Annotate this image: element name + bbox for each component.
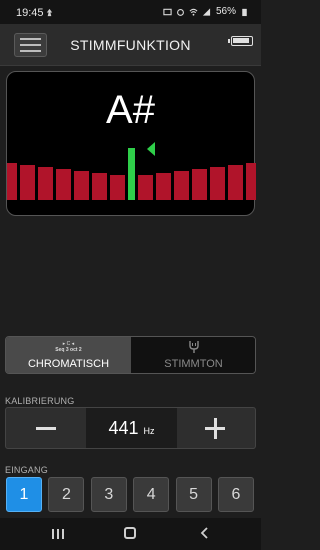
tuning-meter — [7, 142, 256, 200]
signal-icon — [202, 7, 211, 16]
input-button-3[interactable]: 3 — [90, 477, 127, 512]
meter-segment-left — [20, 165, 35, 200]
image-icon — [163, 8, 172, 15]
calibration-unit: Hz — [143, 425, 155, 436]
wifi-icon — [189, 8, 198, 16]
meter-segment-left — [74, 171, 89, 200]
calibration-label: KALIBRIERUNG — [5, 396, 75, 406]
calibration-control: 441 Hz — [5, 407, 256, 449]
home-icon[interactable] — [124, 527, 136, 539]
page-title: STIMMFUNKTION — [70, 37, 191, 53]
meter-segment-left — [92, 173, 107, 200]
battery-icon — [228, 36, 253, 46]
mode-chromatic-label: CHROMATISCH — [27, 358, 110, 370]
alarm-icon — [177, 8, 184, 16]
meter-center-bar — [128, 148, 135, 200]
input-button-6[interactable]: 6 — [218, 477, 254, 512]
input-button-2[interactable]: 2 — [48, 477, 85, 512]
chromatic-icon: ▸ C ◂ Seq 3 oct 2 — [55, 341, 82, 353]
hamburger-menu-icon — [20, 38, 41, 40]
app-header: STIMMFUNKTION — [0, 24, 261, 66]
pitch-arrow-icon — [147, 142, 155, 156]
meter-segment-right — [192, 169, 207, 200]
input-label: EINGANG — [5, 465, 48, 475]
recents-icon[interactable] — [52, 529, 64, 539]
calibration-increase-button[interactable] — [175, 408, 255, 448]
calibration-value-box: 441 Hz — [86, 408, 177, 448]
battery-icon — [242, 8, 247, 16]
minus-icon — [36, 427, 56, 430]
status-icons: 56% — [163, 6, 249, 17]
input-button-5[interactable]: 5 — [175, 477, 212, 512]
calibration-decrease-button[interactable] — [6, 408, 86, 448]
meter-segment-right — [228, 165, 243, 200]
menu-button[interactable] — [14, 33, 47, 57]
meter-segment-right — [210, 167, 225, 200]
meter-segment-right — [246, 163, 256, 200]
meter-segment-left — [38, 167, 53, 200]
mode-reference-tone-button[interactable]: STIMMTON — [131, 337, 255, 373]
meter-segment-right — [174, 171, 189, 200]
mode-reference-tone-label: STIMMTON — [164, 358, 223, 370]
input-selector: 123456 — [6, 477, 256, 513]
status-bar: 19:45 56% — [0, 0, 261, 24]
mode-toggle: ▸ C ◂ Seq 3 oct 2 CHROMATISCH STIMMTON — [5, 336, 256, 374]
input-button-1[interactable]: 1 — [6, 477, 42, 512]
status-time: 19:45 — [16, 7, 44, 19]
calibration-value: 441 — [108, 417, 139, 438]
notification-icon — [46, 8, 53, 17]
meter-segment-right — [156, 173, 171, 200]
battery-percent: 56% — [215, 6, 236, 17]
meter-segment-left — [110, 175, 125, 200]
tuning-fork-icon — [189, 341, 199, 353]
system-nav-bar — [0, 518, 261, 550]
meter-segment-left — [56, 169, 71, 200]
mode-chromatic-button[interactable]: ▸ C ◂ Seq 3 oct 2 CHROMATISCH — [6, 337, 131, 373]
meter-segment-left — [7, 163, 17, 200]
meter-segment-right — [138, 175, 153, 200]
input-button-4[interactable]: 4 — [133, 477, 170, 512]
tuner-display: A# — [6, 71, 256, 216]
back-icon[interactable] — [200, 527, 210, 539]
